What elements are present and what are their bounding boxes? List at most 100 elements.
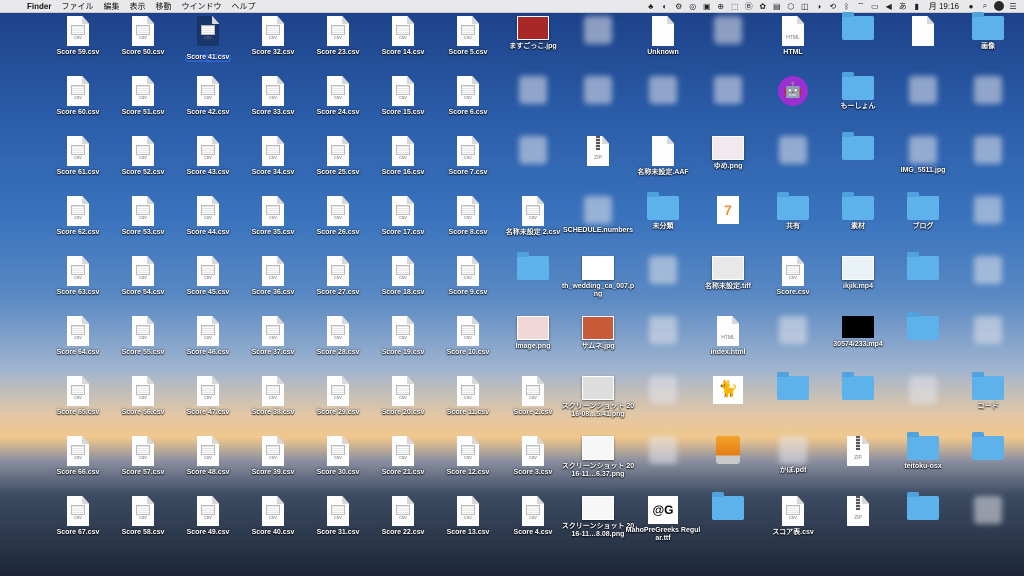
csv-file-icon: csv [132,16,154,46]
folder-icon [907,312,939,340]
menu-finder[interactable]: Finder [22,2,56,11]
time-machine-icon[interactable]: ⟲ [828,2,838,11]
status-icon[interactable]: ◫ [800,2,810,11]
csv-file-icon: csv [262,76,284,106]
folder-icon [712,492,744,520]
desktop-item[interactable] [950,196,1024,227]
csv-file-icon: csv [132,436,154,466]
csv-file-icon: csv [782,256,804,286]
status-icon[interactable]: ⊕ [716,2,726,11]
csv-file-icon: csv [392,16,414,46]
status-icon[interactable]: ⬡ [786,2,796,11]
airplay-icon[interactable]: ▭ [870,2,880,11]
desktop-item-label: teitoku-osx [904,463,942,470]
desktop-item-label: Score 9.csv [448,289,488,296]
siri-icon[interactable] [994,1,1004,11]
status-icon[interactable]: ▣ [702,2,712,11]
csv-file-icon: csv [457,496,479,526]
spotlight-search-icon[interactable]: ⌕ [980,1,990,11]
blurred-icon [909,136,937,164]
csv-file-icon: csv [262,256,284,286]
csv-file-icon: csv [782,496,804,526]
desktop-item[interactable] [950,256,1024,287]
image-thumbnail-icon [517,16,549,40]
desktop-item[interactable] [950,136,1024,167]
desktop-item[interactable] [950,76,1024,107]
menubar-clock[interactable]: 月 19:16 [926,1,962,12]
blurred-icon [974,136,1002,164]
status-icon[interactable]: ▤ [772,2,782,11]
status-icon[interactable]: Ⓑ [744,1,754,12]
menu-go[interactable]: 移動 [150,1,176,12]
csv-file-icon: csv [197,256,219,286]
status-icon[interactable]: ⬚ [730,2,740,11]
menu-edit[interactable]: 編集 [98,1,124,12]
csv-file-icon: csv [67,376,89,406]
csv-file-icon: csv [457,436,479,466]
csv-file-icon: csv [522,496,544,526]
desktop-item-label: IMG_5511.jpg [900,167,946,174]
csv-file-icon: csv [197,196,219,226]
folder-icon [907,192,939,220]
csv-file-icon: csv [132,256,154,286]
folder-icon [842,192,874,220]
image-thumbnail-icon [582,316,614,340]
desktop-item[interactable] [950,432,1024,463]
folder-icon [907,492,939,520]
volume-icon[interactable]: ◀ [884,2,894,11]
status-icon[interactable]: ♣ [646,2,656,11]
blurred-icon [649,76,677,104]
csv-file-icon: csv [457,16,479,46]
csv-file-icon: csv [327,136,349,166]
status-icon[interactable]: ◎ [688,2,698,11]
folder-icon [842,12,874,40]
desktop-item-label: Unknown [647,49,679,56]
status-icon[interactable]: ◑ [814,2,824,11]
desktop-item-label: ikjik.mp4 [843,283,873,290]
video-file-icon [842,316,874,338]
status-icon[interactable]: ✿ [758,2,768,11]
csv-file-icon: csv [327,376,349,406]
desktop-item[interactable]: 画像 [950,12,1024,51]
menu-help[interactable]: ヘルプ [226,1,260,12]
csv-file-icon: csv [392,316,414,346]
image-thumbnail-icon [712,136,744,160]
blurred-icon [714,76,742,104]
csv-file-icon: csv [392,76,414,106]
csv-file-icon: csv [132,136,154,166]
bluetooth-icon[interactable]: ᛒ [842,2,852,11]
folder-icon [972,12,1004,40]
input-source-icon[interactable]: あ [898,1,908,12]
csv-file-icon: csv [197,376,219,406]
desktop-item[interactable] [950,316,1024,347]
image-thumbnail-icon [582,256,614,280]
csv-file-icon: csv [262,376,284,406]
blurred-icon [974,316,1002,344]
csv-file-icon: csv [67,16,89,46]
desktop-item[interactable]: コード [950,372,1024,411]
status-icon[interactable]: ◐ [660,2,670,11]
battery-icon[interactable]: ▮ [912,2,922,11]
image-thumbnail-icon [712,256,744,280]
csv-file-icon: csv [67,256,89,286]
csv-file-icon: csv [67,196,89,226]
csv-file-icon: csv [262,316,284,346]
csv-file-icon: csv [132,316,154,346]
menu-view[interactable]: 表示 [124,1,150,12]
desktop-item[interactable] [950,496,1024,527]
pages-document-icon: 7 [717,196,739,224]
csv-file-icon: csv [392,496,414,526]
blurred-icon [909,76,937,104]
cat-image-icon: 🐈 [713,376,743,404]
menu-window[interactable]: ウインドウ [176,1,226,12]
menu-bar: Finder ファイル 編集 表示 移動 ウインドウ ヘルプ ♣ ◐ ⚙ ◎ ▣… [0,0,1024,13]
folder-icon [842,372,874,400]
blurred-icon [974,196,1002,224]
menu-file[interactable]: ファイル [56,1,98,12]
csv-file-icon: csv [132,376,154,406]
user-icon[interactable]: ● [966,2,976,11]
status-icon[interactable]: ⚙ [674,2,684,11]
wifi-icon[interactable]: ⌔ [856,1,866,11]
notification-center-icon[interactable]: ☰ [1008,2,1018,11]
csv-file-icon: csv [67,496,89,526]
